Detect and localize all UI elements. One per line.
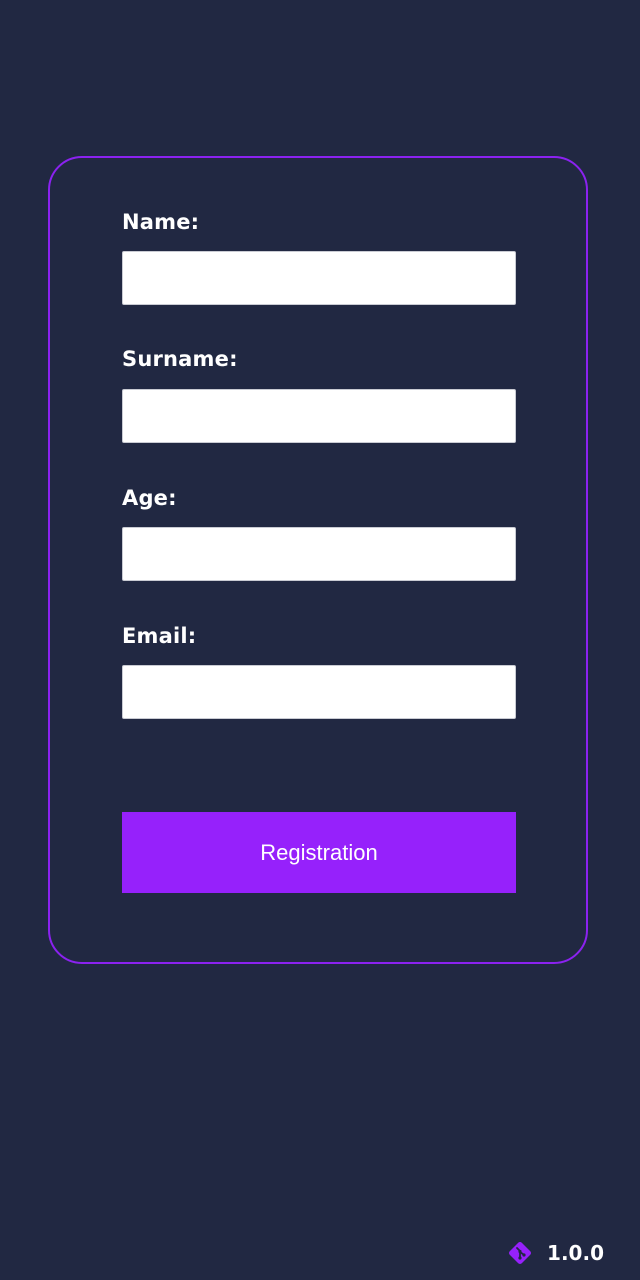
age-label: Age:: [122, 486, 177, 510]
version-number: 1.0.0: [547, 1241, 604, 1265]
name-label: Name:: [122, 210, 200, 234]
email-input[interactable]: [122, 665, 516, 719]
version-footer: 1.0.0: [507, 1240, 604, 1266]
age-input[interactable]: [122, 527, 516, 581]
name-input[interactable]: [122, 251, 516, 305]
surname-input[interactable]: [122, 389, 516, 443]
registration-button[interactable]: Registration: [122, 812, 516, 893]
surname-label: Surname:: [122, 347, 238, 371]
git-icon: [507, 1240, 533, 1266]
email-label: Email:: [122, 624, 197, 648]
